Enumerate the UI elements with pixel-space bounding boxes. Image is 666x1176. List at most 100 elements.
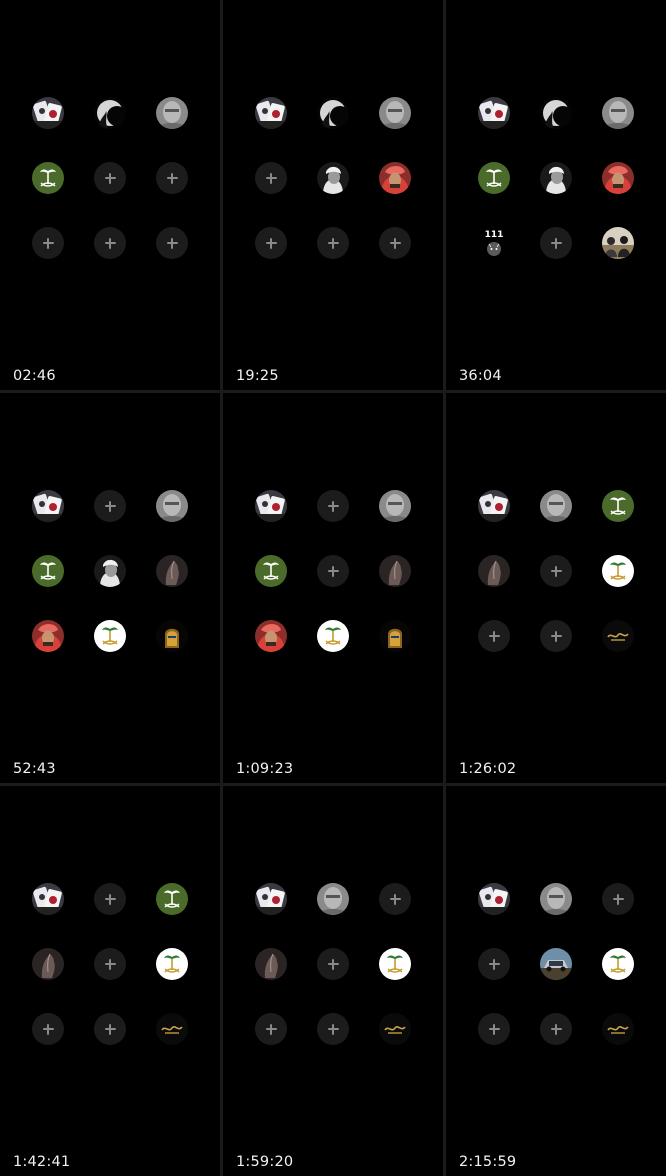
green-palm-swords-emblem-avatar[interactable] <box>32 162 64 194</box>
add-contact-icon[interactable] <box>317 227 349 259</box>
gray-portrait-avatar[interactable] <box>602 97 634 129</box>
add-contact-icon[interactable] <box>379 883 411 915</box>
gold-script-logo-avatar[interactable] <box>602 620 634 652</box>
add-contact-icon[interactable] <box>94 883 126 915</box>
white-palm-swords-emblem-avatar[interactable] <box>94 620 126 652</box>
white-palm-swords-emblem-avatar[interactable] <box>602 555 634 587</box>
playing-cards-avatar[interactable] <box>478 883 510 915</box>
playing-cards-avatar[interactable] <box>255 883 287 915</box>
add-contact-icon[interactable] <box>317 555 349 587</box>
timestamp: 36:04 <box>459 368 502 384</box>
car-photo-avatar[interactable] <box>540 948 572 980</box>
gray-portrait-avatar[interactable] <box>156 490 188 522</box>
add-contact-icon[interactable] <box>255 162 287 194</box>
add-contact-icon[interactable] <box>540 555 572 587</box>
add-contact-icon[interactable] <box>317 490 349 522</box>
green-palm-swords-emblem-avatar[interactable] <box>156 883 188 915</box>
white-palm-swords-emblem-avatar[interactable] <box>602 948 634 980</box>
add-contact-icon[interactable] <box>94 162 126 194</box>
playing-cards-avatar[interactable] <box>478 490 510 522</box>
bw-portrait-avatar[interactable] <box>540 162 572 194</box>
gold-script-logo-avatar[interactable] <box>156 1013 188 1045</box>
add-contact-icon[interactable] <box>317 1013 349 1045</box>
green-palm-swords-emblem-avatar[interactable] <box>602 490 634 522</box>
crescent-silhouette-avatar[interactable] <box>540 97 572 129</box>
timestamp: 1:59:20 <box>236 1154 294 1170</box>
red-headdress-portrait-avatar[interactable] <box>32 620 64 652</box>
add-contact-icon[interactable] <box>255 1013 287 1045</box>
gold-mask-avatar[interactable] <box>379 620 411 652</box>
playing-cards-avatar[interactable] <box>255 490 287 522</box>
bw-portrait-avatar[interactable] <box>94 555 126 587</box>
white-palm-swords-emblem-avatar[interactable] <box>156 948 188 980</box>
add-contact-icon[interactable] <box>540 1013 572 1045</box>
red-headdress-portrait-avatar[interactable] <box>602 162 634 194</box>
timestamp: 19:25 <box>236 368 279 384</box>
crescent-silhouette-avatar[interactable] <box>317 97 349 129</box>
green-palm-swords-emblem-avatar[interactable] <box>478 162 510 194</box>
gold-mask-avatar[interactable] <box>156 620 188 652</box>
screen-frame: 111 36:04 <box>446 0 666 390</box>
gray-portrait-avatar[interactable] <box>156 97 188 129</box>
bw-portrait-avatar[interactable] <box>317 162 349 194</box>
gold-script-logo-avatar[interactable] <box>602 1013 634 1045</box>
screen-frame: 19:25 <box>223 0 443 390</box>
gold-script-logo-avatar[interactable] <box>379 1013 411 1045</box>
dark-horse-avatar[interactable] <box>379 555 411 587</box>
svg-text:111: 111 <box>485 230 504 240</box>
playing-cards-avatar[interactable] <box>32 97 64 129</box>
dark-horse-avatar[interactable] <box>255 948 287 980</box>
screen-frame: 1:59:20 <box>223 786 443 1176</box>
add-contact-icon[interactable] <box>32 1013 64 1045</box>
playing-cards-avatar[interactable] <box>32 883 64 915</box>
timestamp: 1:26:02 <box>459 761 517 777</box>
playing-cards-avatar[interactable] <box>255 97 287 129</box>
gray-portrait-avatar[interactable] <box>379 97 411 129</box>
add-contact-icon[interactable] <box>317 948 349 980</box>
screen-frame: 1:42:41 <box>0 786 220 1176</box>
red-headdress-portrait-avatar[interactable] <box>379 162 411 194</box>
add-contact-icon[interactable] <box>602 883 634 915</box>
gray-portrait-avatar[interactable] <box>379 490 411 522</box>
screen-frame: 1:26:02 <box>446 393 666 783</box>
screen-frame: 52:43 <box>0 393 220 783</box>
add-contact-icon[interactable] <box>540 227 572 259</box>
group-photo-avatar[interactable] <box>602 227 634 259</box>
add-contact-icon[interactable] <box>255 227 287 259</box>
white-palm-swords-emblem-avatar[interactable] <box>379 948 411 980</box>
tiger-111-avatar[interactable]: 111 <box>478 227 510 259</box>
screen-frame: 02:46 <box>0 0 220 390</box>
timestamp: 02:46 <box>13 368 56 384</box>
playing-cards-avatar[interactable] <box>32 490 64 522</box>
timestamp: 52:43 <box>13 761 56 777</box>
add-contact-icon[interactable] <box>478 948 510 980</box>
gray-portrait-avatar[interactable] <box>540 883 572 915</box>
screen-frame: 2:15:59 <box>446 786 666 1176</box>
dark-horse-avatar[interactable] <box>156 555 188 587</box>
dark-horse-avatar[interactable] <box>478 555 510 587</box>
white-palm-swords-emblem-avatar[interactable] <box>317 620 349 652</box>
add-contact-icon[interactable] <box>478 1013 510 1045</box>
add-contact-icon[interactable] <box>478 620 510 652</box>
add-contact-icon[interactable] <box>94 1013 126 1045</box>
playing-cards-avatar[interactable] <box>478 97 510 129</box>
dark-horse-avatar[interactable] <box>32 948 64 980</box>
crescent-silhouette-avatar[interactable] <box>94 97 126 129</box>
add-contact-icon[interactable] <box>94 948 126 980</box>
timestamp: 1:42:41 <box>13 1154 71 1170</box>
add-contact-icon[interactable] <box>540 620 572 652</box>
add-contact-icon[interactable] <box>379 227 411 259</box>
add-contact-icon[interactable] <box>32 227 64 259</box>
add-contact-icon[interactable] <box>156 162 188 194</box>
gray-portrait-avatar[interactable] <box>540 490 572 522</box>
timelapse-grid: 02:46 19:25 111 36:04 52:43 1:09:23 1:26:02 1:4… <box>0 0 666 1176</box>
green-palm-swords-emblem-avatar[interactable] <box>32 555 64 587</box>
add-contact-icon[interactable] <box>94 227 126 259</box>
add-contact-icon[interactable] <box>94 490 126 522</box>
timestamp: 2:15:59 <box>459 1154 517 1170</box>
red-headdress-portrait-avatar[interactable] <box>255 620 287 652</box>
green-palm-swords-emblem-avatar[interactable] <box>255 555 287 587</box>
add-contact-icon[interactable] <box>156 227 188 259</box>
gray-portrait-avatar[interactable] <box>317 883 349 915</box>
timestamp: 1:09:23 <box>236 761 294 777</box>
